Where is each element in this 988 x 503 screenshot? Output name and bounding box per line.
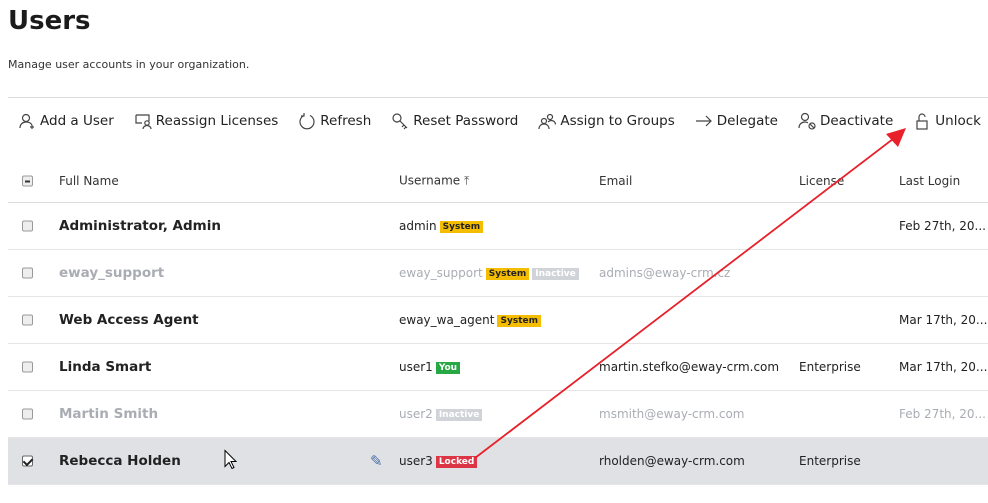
row-checkbox[interactable] xyxy=(22,267,33,279)
username: eway_wa_agent System xyxy=(399,313,541,327)
toolbar-delegate-button[interactable]: Delegate xyxy=(685,98,788,143)
username-text: user2 xyxy=(399,407,433,421)
full-name: Administrator, Admin xyxy=(59,218,221,234)
toolbar-deactivate-button[interactable]: Deactivate xyxy=(788,98,903,143)
group-icon xyxy=(538,112,557,130)
username: admin System xyxy=(399,219,484,233)
mouse-cursor-icon xyxy=(224,449,238,473)
username-text: user1 xyxy=(399,360,433,374)
system-badge: System xyxy=(485,268,530,280)
table-row[interactable]: Rebecca Holden ✎ user3 Locked rholden@eway-c… xyxy=(8,438,988,485)
username-text: eway_support xyxy=(399,266,483,280)
column-full-name[interactable]: Full Name xyxy=(59,174,119,188)
email: rholden@eway-crm.com xyxy=(599,454,745,468)
username: user3 Locked xyxy=(399,454,478,468)
username: user1 You xyxy=(399,360,461,374)
toolbar-button-label: Reset Password xyxy=(413,112,519,129)
last-login: Feb 27th, 20... xyxy=(899,407,986,421)
column-email[interactable]: Email xyxy=(599,174,632,188)
table-row[interactable]: Web Access Agent eway_wa_agent System Mar 1… xyxy=(8,297,988,344)
toolbar-button-label: Refresh xyxy=(320,112,372,129)
full-name: Martin Smith xyxy=(59,406,159,422)
row-checkbox[interactable] xyxy=(22,220,33,232)
toolbar-button-label: Delegate xyxy=(716,112,778,129)
reassign-licenses-icon xyxy=(134,112,152,130)
system-badge: System xyxy=(439,221,484,233)
toolbar-add-a-user-button[interactable]: Add a User xyxy=(8,98,124,143)
username-text: eway_wa_agent xyxy=(399,313,495,327)
toolbar-button-label: Unlock xyxy=(935,112,981,129)
table-row[interactable]: Administrator, Admin admin System Feb 27th,… xyxy=(8,203,988,250)
toolbar-button-label: Deactivate xyxy=(819,112,894,129)
refresh-icon xyxy=(298,112,316,130)
key-icon xyxy=(391,112,409,130)
last-login: Mar 17th, 20... xyxy=(899,313,988,327)
column-last-login[interactable]: Last Login xyxy=(899,174,960,188)
users-table: Full Name Username ⤒ Email License Last … xyxy=(8,160,988,485)
table-header: Full Name Username ⤒ Email License Last … xyxy=(8,160,988,203)
system-badge: System xyxy=(497,315,541,327)
full-name: Linda Smart xyxy=(59,359,152,375)
license: Enterprise xyxy=(799,454,861,468)
user-block-icon xyxy=(798,112,816,130)
row-checkbox[interactable] xyxy=(22,361,33,373)
inactive-badge: Inactive xyxy=(435,409,483,421)
column-username[interactable]: Username ⤒ xyxy=(399,174,469,189)
toolbar-refresh-button[interactable]: Refresh xyxy=(288,98,381,143)
email: msmith@eway-crm.com xyxy=(599,407,745,421)
toolbar: Add a User Reassign Licenses Refresh Reset … xyxy=(8,97,988,143)
column-username-label: Username xyxy=(399,173,461,188)
last-login: Mar 17th, 20... xyxy=(899,360,988,374)
toolbar-unlock-button[interactable]: Unlock xyxy=(903,98,988,143)
username: user2 Inactive xyxy=(399,407,483,421)
toolbar-reassign-licenses-button[interactable]: Reassign Licenses xyxy=(124,98,289,143)
toolbar-button-label: Assign to Groups xyxy=(560,112,675,129)
add-user-icon xyxy=(18,112,36,130)
arrow-right-icon xyxy=(695,112,713,130)
row-checkbox[interactable] xyxy=(22,455,33,467)
table-row[interactable]: Linda Smart user1 You martin.stefko@eway-cr… xyxy=(8,344,988,391)
username-text: user3 xyxy=(399,454,433,468)
last-login: Feb 27th, 20... xyxy=(899,219,986,233)
username: eway_support System Inactive xyxy=(399,266,579,280)
column-license[interactable]: License xyxy=(799,174,844,188)
toolbar-button-label: Add a User xyxy=(40,112,114,129)
table-row[interactable]: Martin Smith user2 Inactive msmith@eway-crm… xyxy=(8,391,988,438)
page-title: Users xyxy=(8,6,91,36)
locked-badge: Locked xyxy=(435,456,478,468)
username-text: admin xyxy=(399,219,437,233)
full-name: Web Access Agent xyxy=(59,312,199,328)
page-subtitle: Manage user accounts in your organizatio… xyxy=(8,58,250,71)
edit-pencil-icon[interactable]: ✎ xyxy=(370,452,383,470)
row-checkbox[interactable] xyxy=(22,408,33,420)
toolbar-reset-password-button[interactable]: Reset Password xyxy=(381,98,528,143)
sort-ascending-icon: ⤒ xyxy=(464,173,470,188)
row-checkbox[interactable] xyxy=(22,314,33,326)
toolbar-assign-to-groups-button[interactable]: Assign to Groups xyxy=(528,98,684,143)
full-name: Rebecca Holden xyxy=(59,453,181,469)
email: martin.stefko@eway-crm.com xyxy=(599,360,780,374)
you-badge: You xyxy=(435,362,461,374)
full-name: eway_support xyxy=(59,265,165,281)
unlock-icon xyxy=(913,112,931,130)
toolbar-button-label: Reassign Licenses xyxy=(155,112,279,129)
email: admins@eway-crm.cz xyxy=(599,266,731,280)
table-row[interactable]: eway_support eway_support System Inactive ad… xyxy=(8,250,988,297)
license: Enterprise xyxy=(799,360,861,374)
inactive-badge: Inactive xyxy=(532,268,579,280)
select-all-checkbox[interactable] xyxy=(22,175,33,187)
